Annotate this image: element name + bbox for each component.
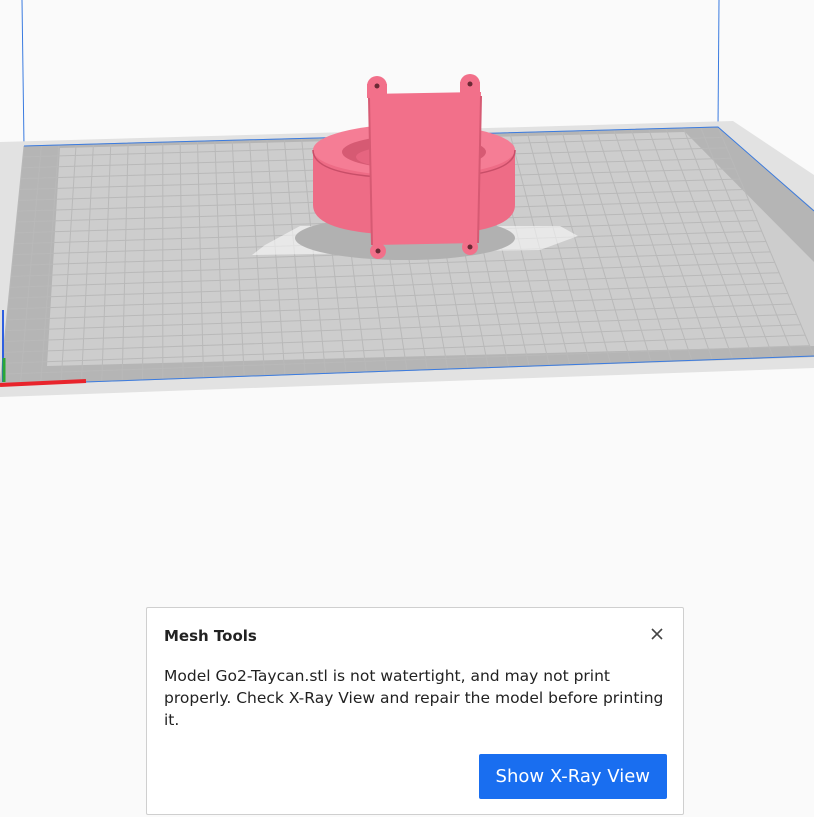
mount-plate-part[interactable] [367, 74, 482, 259]
show-xray-view-button[interactable]: Show X-Ray View [478, 754, 667, 799]
mesh-tools-notification: Mesh Tools Model Go2-Taycan.stl is not w… [146, 607, 684, 815]
3d-viewport[interactable]: Mesh Tools Model Go2-Taycan.stl is not w… [0, 0, 814, 817]
notification-message: Model Go2-Taycan.stl is not watertight, … [164, 667, 664, 729]
notification-title: Mesh Tools [164, 627, 257, 645]
close-icon[interactable] [647, 624, 667, 644]
build-volume-edge-right [717, 0, 720, 128]
build-volume-edge-left [21, 0, 25, 147]
